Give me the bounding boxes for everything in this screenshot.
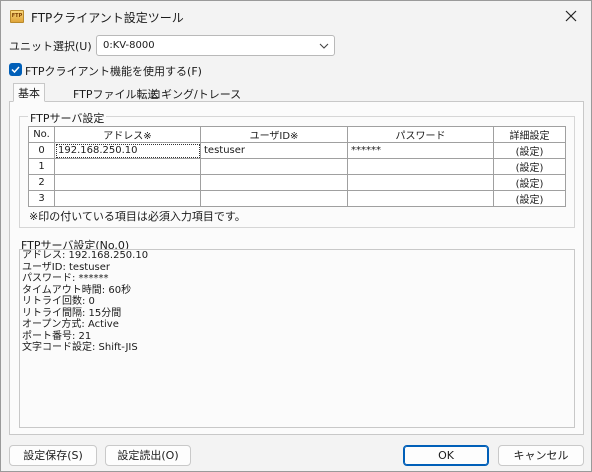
password-cell[interactable]	[347, 158, 494, 175]
unit-select-value: 0:KV-8000	[103, 40, 155, 51]
title-bar: FTP FTPクライアント設定ツール	[1, 1, 591, 32]
column-header-user-id: ユーザID※	[200, 126, 348, 143]
user-id-cell[interactable]: testuser	[200, 142, 348, 159]
tab-logging-trace[interactable]: ロギング/トレース	[146, 85, 245, 102]
table-header-row: No. アドレス※ ユーザID※ パスワード 詳細設定	[28, 126, 566, 143]
app-icon-label: FTP	[11, 13, 23, 19]
user-id-cell[interactable]	[200, 190, 348, 207]
table-row: 0 192.168.250.10 testuser ****** (設定)	[28, 142, 566, 159]
detail-line-timeout: タイムアウト時間: 60秒	[22, 284, 132, 296]
unit-select-label: ユニット選択(U)	[9, 40, 92, 53]
close-button[interactable]	[557, 5, 585, 27]
row-number: 3	[28, 190, 55, 207]
detail-line-port: ポート番号: 21	[22, 330, 92, 342]
column-header-detail: 詳細設定	[493, 126, 566, 143]
detail-line-retry-interval: リトライ間隔: 15分間	[22, 307, 122, 319]
address-cell[interactable]	[54, 158, 201, 175]
table-row: 2 (設定)	[28, 174, 566, 191]
ftp-client-settings-window: FTP FTPクライアント設定ツール ユニット選択(U) 0:KV-8000 F…	[0, 0, 592, 472]
address-cell[interactable]	[54, 174, 201, 191]
user-id-cell[interactable]	[200, 174, 348, 191]
password-cell[interactable]: ******	[347, 142, 494, 159]
column-header-password: パスワード	[347, 126, 494, 143]
table-row: 3 (設定)	[28, 190, 566, 207]
detail-settings-button[interactable]: (設定)	[493, 158, 566, 175]
ftp-server-group-title: FTPサーバ設定	[28, 110, 107, 126]
detail-settings-button[interactable]: (設定)	[493, 142, 566, 159]
user-id-cell[interactable]	[200, 158, 348, 175]
detail-line-password: パスワード: ******	[22, 273, 109, 284]
enable-ftp-label: FTPクライアント機能を使用する(F)	[25, 65, 202, 78]
address-cell[interactable]: 192.168.250.10	[54, 142, 201, 159]
cancel-button[interactable]: キャンセル	[498, 445, 584, 466]
server-detail-box: アドレス: 192.168.250.10 ユーザID: testuser パスワ…	[19, 250, 575, 428]
detail-line-open-mode: オープン方式: Active	[22, 319, 119, 330]
detail-line-user-id: ユーザID: testuser	[22, 261, 111, 273]
app-icon: FTP	[10, 10, 24, 23]
chevron-down-icon	[319, 43, 329, 49]
unit-select[interactable]: 0:KV-8000	[96, 35, 335, 56]
detail-settings-button[interactable]: (設定)	[493, 174, 566, 191]
column-header-no: No.	[28, 126, 55, 143]
check-icon	[11, 66, 20, 74]
row-number: 1	[28, 158, 55, 175]
table-row: 1 (設定)	[28, 158, 566, 175]
detail-line-charset: 文字コード設定: Shift-JIS	[22, 342, 138, 353]
save-settings-button[interactable]: 設定保存(S)	[9, 445, 97, 466]
detail-line-retry-count: リトライ回数: 0	[22, 296, 95, 307]
ok-button[interactable]: OK	[403, 445, 489, 466]
detail-settings-button[interactable]: (設定)	[493, 190, 566, 207]
address-cell[interactable]	[54, 190, 201, 207]
window-title: FTPクライアント設定ツール	[31, 11, 184, 25]
tab-basic[interactable]: 基本	[13, 83, 45, 102]
enable-ftp-checkbox[interactable]	[9, 63, 22, 76]
row-number: 0	[28, 142, 55, 159]
password-cell[interactable]	[347, 174, 494, 191]
ftp-server-table: No. アドレス※ ユーザID※ パスワード 詳細設定 0 192.168.25…	[28, 126, 566, 207]
row-number: 2	[28, 174, 55, 191]
password-cell[interactable]	[347, 190, 494, 207]
load-settings-button[interactable]: 設定読出(O)	[105, 445, 191, 466]
column-header-address: アドレス※	[54, 126, 201, 143]
required-fields-note: ※印の付いている項目は必須入力項目です。	[29, 210, 246, 223]
close-icon	[565, 10, 577, 22]
detail-line-address: アドレス: 192.168.250.10	[22, 250, 149, 261]
